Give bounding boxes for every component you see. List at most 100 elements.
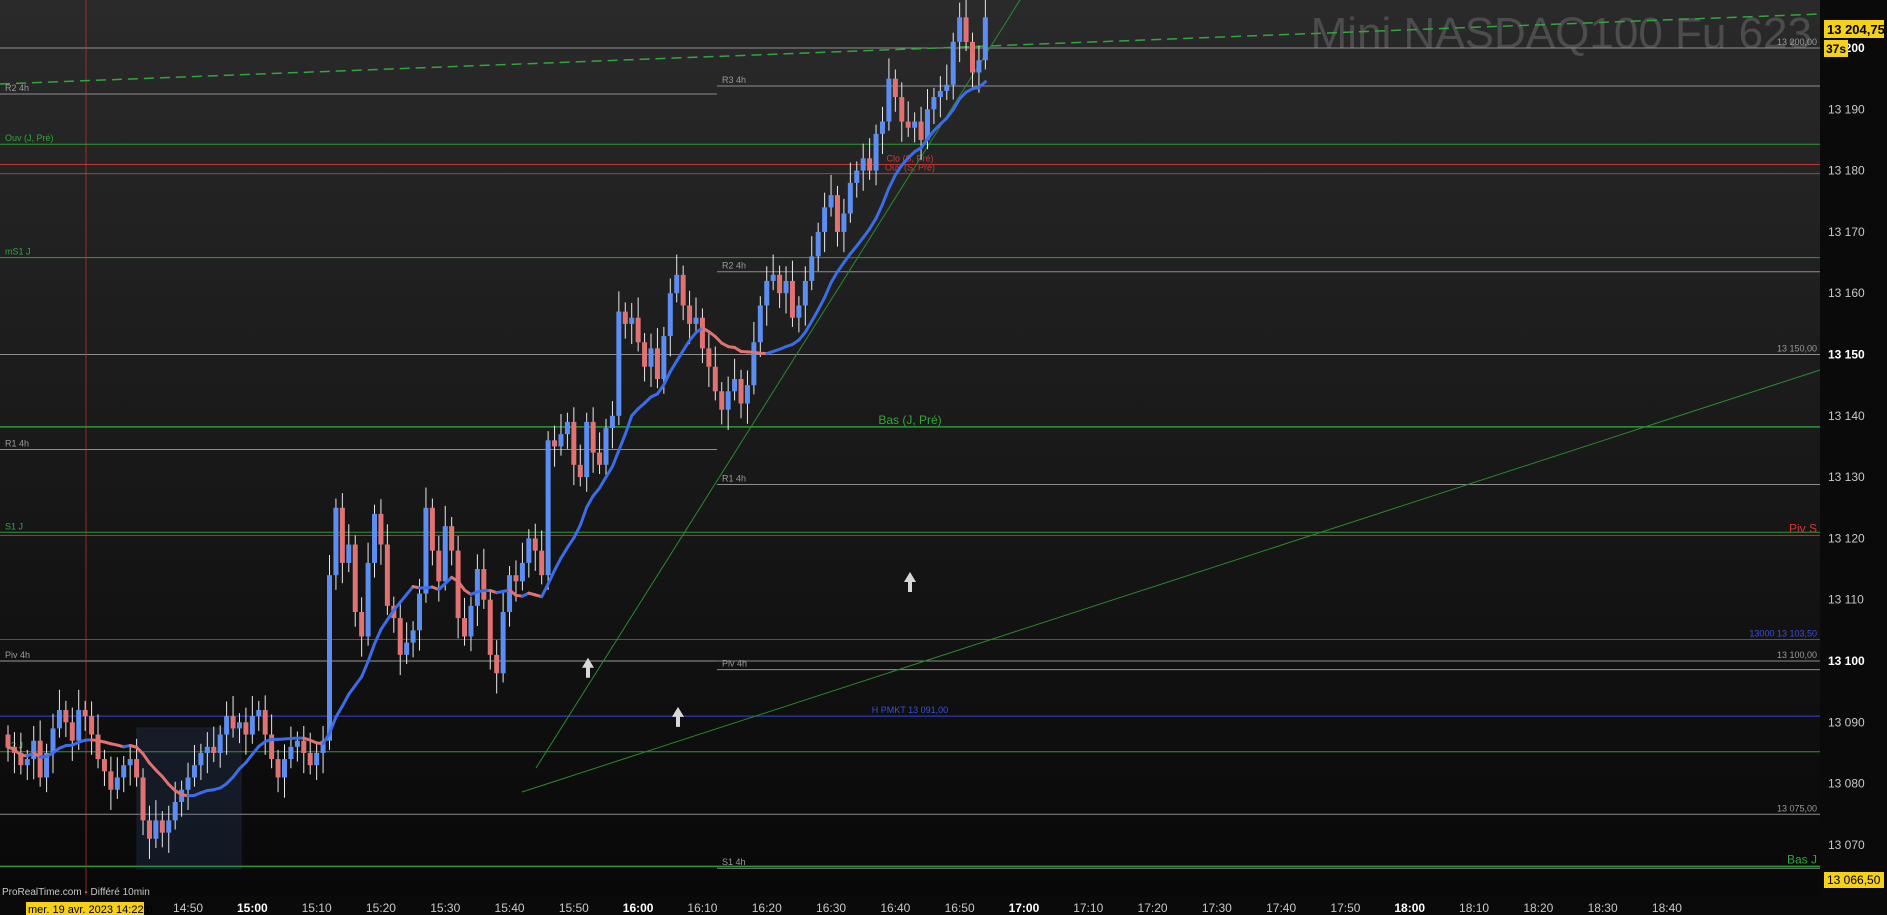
- level-label: Piv S: [1789, 521, 1817, 535]
- candle-body: [674, 274, 680, 294]
- candle-body: [712, 366, 718, 392]
- level-label: mS1 J: [5, 247, 31, 257]
- candle-body: [37, 740, 43, 778]
- candle-body: [552, 440, 558, 447]
- candle-body: [410, 630, 416, 643]
- candle-body: [249, 716, 255, 735]
- candle-body: [963, 17, 969, 42]
- candle-body: [262, 710, 268, 735]
- candle-body: [436, 550, 442, 582]
- candle-body: [854, 170, 860, 183]
- x-tick-label: 16:40: [880, 901, 910, 915]
- level-label: R1 4h: [5, 439, 29, 449]
- price-chart[interactable]: Mini NASDAQ100 Fu 623 Haut J13 200,00R2 …: [0, 0, 1887, 915]
- candle-body: [577, 464, 583, 478]
- candle-body: [789, 280, 795, 318]
- level-label: Piv 4h: [5, 650, 30, 660]
- candle-body: [616, 311, 622, 416]
- level-label: R1 4h: [722, 473, 746, 483]
- candle-body: [89, 716, 95, 735]
- level-label: 13 100,00: [1777, 650, 1817, 660]
- candle-body: [693, 317, 699, 324]
- x-tick-label: 17:40: [1266, 901, 1296, 915]
- candle-body: [590, 421, 596, 453]
- candle-body: [597, 452, 603, 465]
- candle-body: [359, 611, 365, 637]
- candle-body: [545, 440, 551, 576]
- candle-body: [365, 562, 371, 637]
- x-tick-label: 15:30: [430, 901, 460, 915]
- candle-body: [738, 379, 744, 404]
- x-tick-label: 17:10: [1073, 901, 1103, 915]
- candle-body: [815, 231, 821, 257]
- y-tick-label: 13 100: [1828, 654, 1865, 668]
- candle-body: [333, 507, 339, 576]
- candle-body: [841, 213, 847, 232]
- level-label: R3 4h: [722, 75, 746, 85]
- candle-body: [732, 379, 738, 392]
- x-tick-label: 18:10: [1459, 901, 1489, 915]
- level-label: H PMKT 13 091,00: [872, 705, 948, 715]
- y-tick-label: 13 160: [1828, 286, 1865, 300]
- candle-body: [687, 305, 693, 324]
- candle-body: [680, 274, 686, 306]
- candle-body: [31, 740, 37, 760]
- candle-body: [609, 415, 615, 429]
- candle-body: [449, 526, 455, 551]
- candle-body: [63, 710, 69, 723]
- y-tick-label: 13 150: [1828, 348, 1865, 362]
- x-tick-label: 18:30: [1588, 901, 1618, 915]
- x-tick-label: 16:10: [687, 901, 717, 915]
- x-tick-label: 17:50: [1330, 901, 1360, 915]
- candle-body: [127, 759, 133, 766]
- x-tick-label: 15:00: [237, 901, 268, 915]
- x-tick-label: 15:10: [302, 901, 332, 915]
- candle-body: [532, 538, 538, 551]
- candle-body: [648, 348, 654, 367]
- low-badge: 13 066,50: [1827, 873, 1881, 887]
- date-badge: mer. 19 avr. 2023 14:22:0: [28, 904, 153, 915]
- candle-body: [725, 391, 731, 410]
- candle-body: [384, 544, 390, 606]
- y-tick-label: 13 180: [1828, 164, 1865, 178]
- candle-body: [513, 575, 519, 582]
- candle-body: [873, 133, 879, 171]
- candle-body: [24, 759, 30, 766]
- candle-body: [281, 759, 287, 778]
- candle-body: [211, 746, 217, 753]
- x-tick-label: 16:50: [945, 901, 975, 915]
- candle-body: [224, 716, 230, 735]
- level-label: 13 150,00: [1777, 344, 1817, 354]
- candle-body: [327, 575, 332, 741]
- candle-body: [352, 544, 358, 612]
- candle-body: [770, 274, 776, 281]
- x-tick-label: 17:00: [1009, 901, 1040, 915]
- candle-body: [526, 538, 532, 563]
- x-tick-label: 16:30: [816, 901, 846, 915]
- candle-body: [82, 710, 88, 717]
- candle-body: [970, 41, 975, 73]
- candle-body: [982, 17, 988, 61]
- candle-body: [777, 274, 783, 294]
- candle-body: [654, 348, 660, 380]
- level-label: Ouv (S, Pré): [885, 163, 935, 173]
- candle-body: [121, 765, 127, 778]
- candle-body: [892, 78, 898, 98]
- candle-body: [185, 777, 191, 790]
- x-tick-label: 18:00: [1394, 901, 1425, 915]
- candle-body: [899, 97, 905, 122]
- level-label: Ouv (J, Pré): [5, 133, 54, 143]
- x-tick-label: 16:00: [623, 901, 654, 915]
- candle-body: [69, 722, 75, 741]
- candle-body: [944, 84, 950, 91]
- candle-body: [886, 78, 892, 122]
- candle-body: [847, 182, 853, 214]
- candle-body: [564, 421, 570, 435]
- candle-body: [236, 722, 242, 729]
- candle-body: [275, 759, 281, 778]
- source-note: ProRealTime.com - Différé 10min: [2, 887, 150, 898]
- candle-body: [217, 734, 223, 753]
- candle-body: [764, 280, 770, 306]
- candle-body: [56, 710, 62, 729]
- candle-body: [571, 421, 577, 465]
